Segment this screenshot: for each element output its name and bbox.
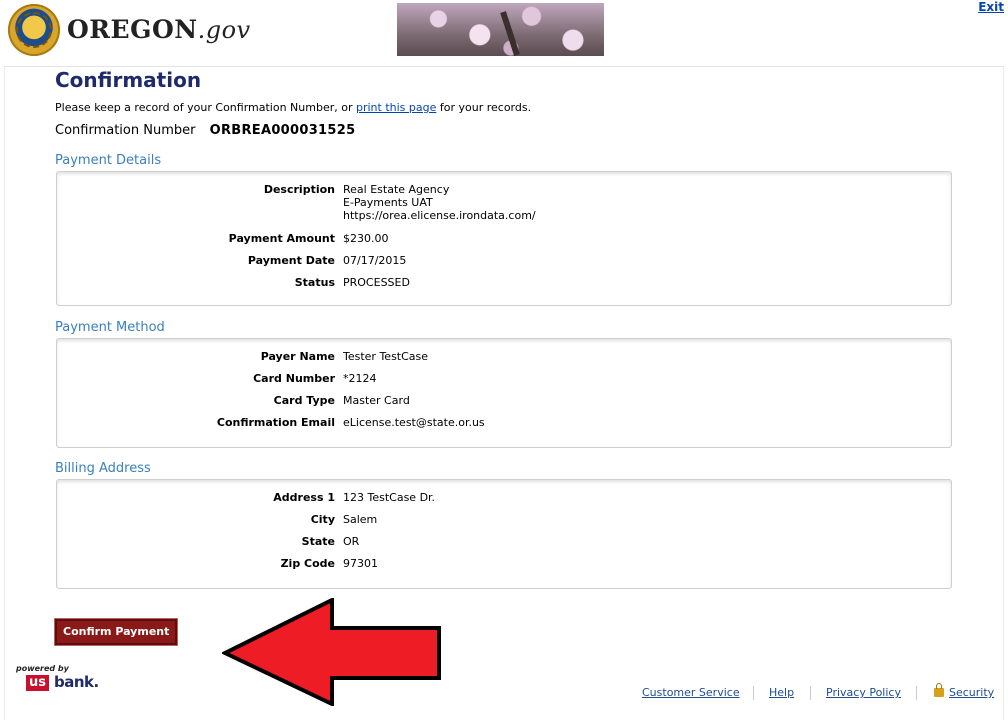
privacy-policy-link[interactable]: Privacy Policy — [826, 686, 901, 699]
detail-value: Real Estate Agency E-Payments UAT https:… — [343, 183, 536, 222]
method-label: Confirmation Email — [216, 416, 335, 429]
payment-details-panel: Description Real Estate Agency E-Payment… — [56, 171, 952, 306]
confirm-payment-button[interactable]: Confirm Payment — [53, 618, 179, 646]
detail-label: Status — [294, 276, 335, 289]
footer-separator — [753, 686, 754, 700]
address-value: OR — [343, 535, 360, 548]
payment-method-title: Payment Method — [55, 320, 165, 335]
address-label: City — [310, 513, 335, 526]
security-link[interactable]: Security — [949, 686, 994, 699]
payment-method-panel: Payer Name Tester TestCase Card Number *… — [56, 338, 952, 448]
instructions-before: Please keep a record of your Confirmatio… — [55, 101, 356, 114]
method-label: Payer Name — [260, 350, 335, 363]
powered-by-text: powered by — [16, 664, 69, 673]
method-value: Tester TestCase — [343, 350, 429, 363]
brand-suffix: .gov — [197, 16, 251, 44]
confirmation-number-value: ORBREA000031525 — [209, 123, 356, 138]
address-label: Zip Code — [280, 557, 335, 570]
cherry-blossom-banner — [397, 3, 604, 56]
confirmation-number-label: Confirmation Number — [55, 123, 196, 138]
footer-separator — [810, 686, 811, 700]
confirmation-page: Confirmation Please keep a record of you… — [4, 66, 1004, 720]
footer-links: Customer Service Help Privacy Policy Sec… — [0, 683, 1008, 702]
detail-value: PROCESSED — [343, 276, 410, 289]
header: OREGON.gov Exit — [0, 0, 1008, 62]
print-page-link[interactable]: print this page — [356, 101, 436, 114]
address-value: 97301 — [343, 557, 378, 570]
method-value: *2124 — [343, 372, 377, 385]
method-value: eLicense.test@state.or.us — [343, 416, 485, 429]
instructions-text: Please keep a record of your Confirmatio… — [55, 101, 531, 114]
help-link[interactable]: Help — [769, 686, 794, 699]
method-value: Master Card — [343, 394, 410, 407]
oregon-seal-icon — [8, 4, 60, 56]
payment-details-title: Payment Details — [55, 153, 162, 168]
detail-label: Payment Amount — [228, 232, 335, 245]
page-title: Confirmation — [55, 68, 202, 92]
address-value: Salem — [343, 513, 378, 526]
oregon-gov-logo: OREGON.gov — [67, 15, 251, 44]
footer-separator — [916, 686, 917, 700]
billing-address-panel: Address 1 123 TestCase Dr. City Salem St… — [56, 479, 952, 589]
brand-main: OREGON — [67, 15, 198, 44]
red-arrow-shape — [222, 598, 441, 706]
billing-address-title: Billing Address — [55, 461, 151, 476]
address-label: Address 1 — [273, 491, 335, 504]
customer-service-link[interactable]: Customer Service — [642, 686, 740, 699]
detail-label: Description — [263, 183, 335, 196]
detail-value: $230.00 — [343, 232, 389, 245]
lock-icon — [934, 683, 944, 697]
method-label: Card Number — [253, 372, 335, 385]
address-label: State — [301, 535, 335, 548]
detail-value: 07/17/2015 — [343, 254, 407, 267]
red-arrow-annotation — [222, 598, 441, 706]
method-label: Card Type — [273, 394, 335, 407]
detail-label: Payment Date — [247, 254, 335, 267]
exit-link[interactable]: Exit — [978, 0, 1004, 14]
address-value: 123 TestCase Dr. — [343, 491, 436, 504]
confirmation-number-row: Confirmation Number ORBREA000031525 — [55, 123, 355, 138]
instructions-after: for your records. — [436, 101, 532, 114]
